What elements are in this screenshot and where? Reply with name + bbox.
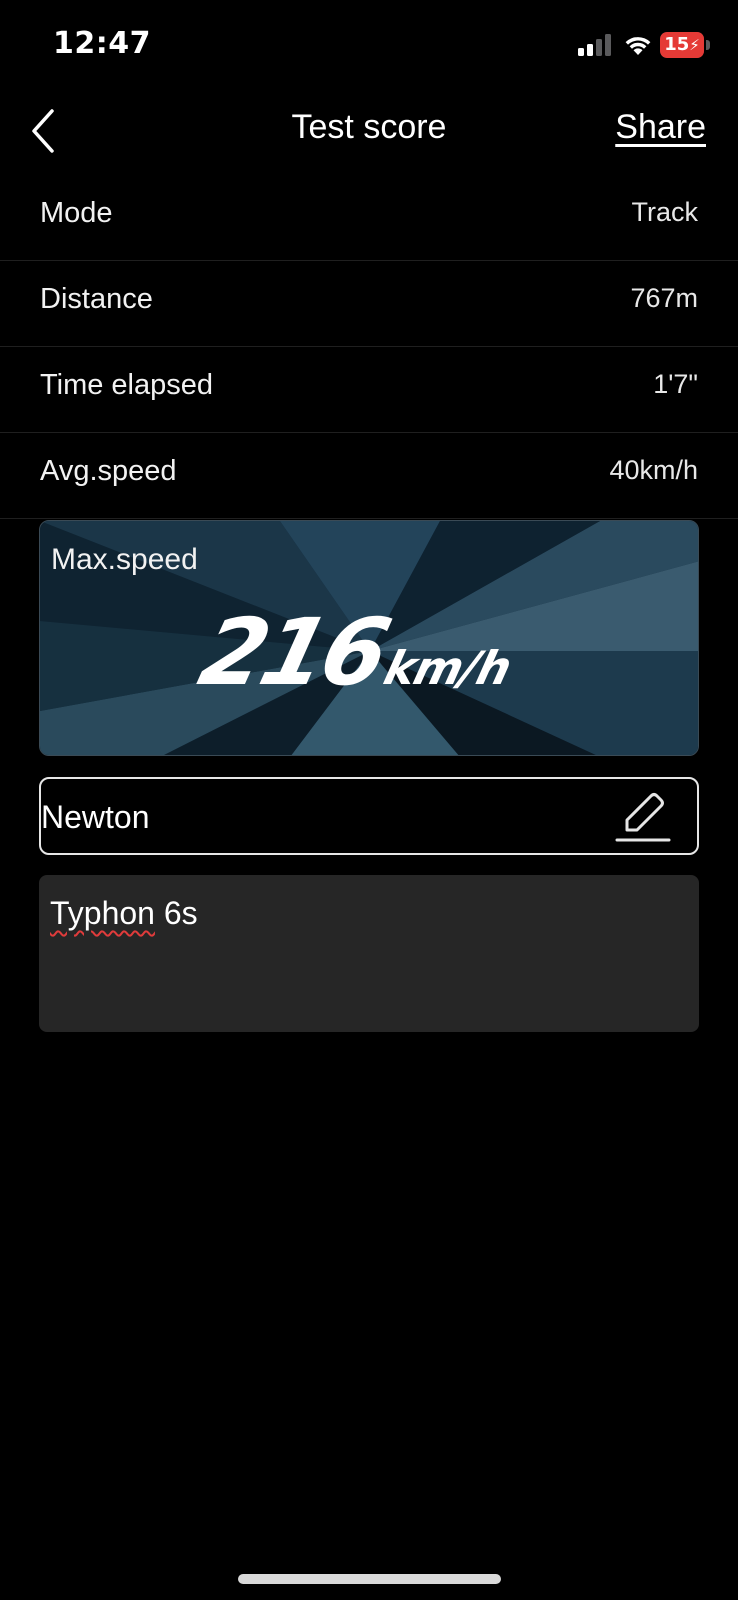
misspelled-word: Typhon [50,895,155,931]
stat-label: Avg.speed [40,455,177,487]
wifi-icon [625,37,651,55]
stat-label: Distance [40,283,153,315]
max-speed-unit: km/h [378,641,517,695]
status-bar: 12:47 15⚡ [0,0,738,90]
stat-row-avg-speed: Avg.speed 40km/h [0,433,738,519]
stat-value: Track [631,197,699,227]
stat-row-distance: Distance 767m [0,261,738,347]
max-speed-number: 216 [190,599,397,706]
cellular-signal-icon [578,34,611,56]
battery-level: 15 [664,34,690,55]
share-button[interactable]: Share [615,108,706,147]
stat-row-time-elapsed: Time elapsed 1'7" [0,347,738,433]
note-textarea[interactable]: Typhon 6s [39,875,699,1032]
max-speed-value: 216km/h [190,599,527,706]
status-time: 12:47 [53,26,151,61]
stats-list: Mode Track Distance 767m Time elapsed 1'… [0,175,738,519]
battery-charging-icon: 15⚡ [660,32,710,58]
stat-value: 767m [630,283,698,313]
stat-value: 1'7" [653,369,698,399]
stat-row-mode: Mode Track [0,175,738,261]
max-speed-label: Max.speed [51,543,198,576]
note-rest: 6s [154,895,198,931]
home-indicator[interactable] [238,1574,501,1584]
nav-bar: Test score Share [0,90,738,170]
name-value: Newton [41,799,150,835]
name-field[interactable]: Newton [39,777,699,855]
stat-value: 40km/h [609,455,698,485]
stat-label: Mode [40,197,113,229]
note-text: Typhon 6s [50,895,198,932]
stat-label: Time elapsed [40,369,214,401]
pencil-edit-icon[interactable] [613,788,673,846]
max-speed-card: Max.speed 216km/h [39,520,699,756]
